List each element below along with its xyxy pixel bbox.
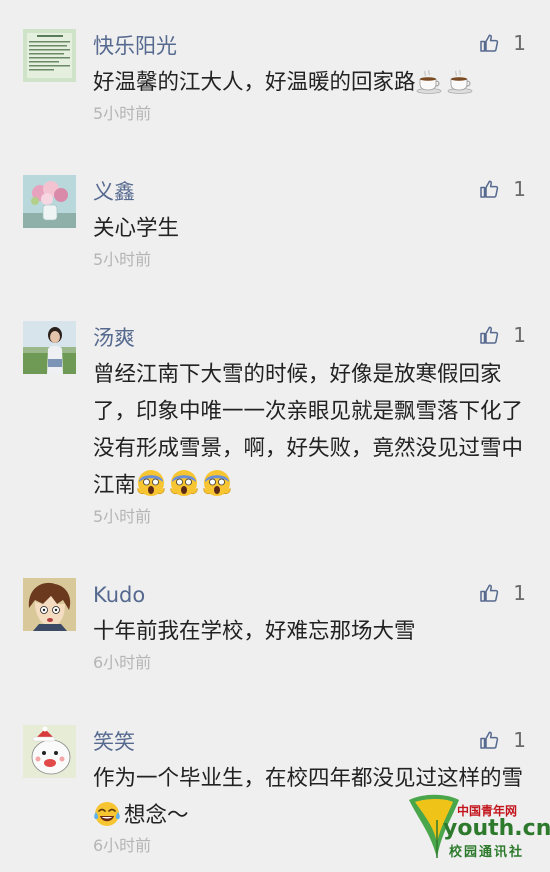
thumbs-up-icon <box>480 34 499 52</box>
anime-character-avatar-icon <box>23 578 76 631</box>
person-photo-avatar-icon <box>23 321 76 374</box>
comment-text: 曾经江南下大雪的时候，好像是放寒假回家了，印象中唯一一次亲眼见就是飘雪落下化了没… <box>93 356 533 510</box>
timestamp: 5小时前 <box>93 507 152 526</box>
like-button[interactable]: 1 <box>479 322 526 348</box>
like-button[interactable]: 1 <box>479 30 526 56</box>
like-count: 1 <box>513 177 526 201</box>
coffee-emoji-icon <box>416 67 444 107</box>
username[interactable]: 汤爽 <box>93 325 135 351</box>
tears-of-joy-emoji-icon <box>93 800 121 840</box>
username[interactable]: 快乐阳光 <box>93 33 177 59</box>
flower-vase-avatar-icon <box>23 175 76 228</box>
comment-text-before: 作为一个毕业生，在校四年都没见过这样的雪 <box>93 766 524 791</box>
comment-text: 十年前我在学校，好难忘那场大雪 <box>93 619 416 644</box>
user-avatar[interactable] <box>23 578 76 631</box>
user-avatar[interactable] <box>23 175 76 228</box>
like-count: 1 <box>513 31 526 55</box>
scream-emoji-icon <box>136 468 166 510</box>
like-count: 1 <box>513 728 526 752</box>
username[interactable]: Kudo <box>93 582 145 608</box>
comment-text-after: 想念～ <box>124 803 189 828</box>
watermark-domain: youth.cn <box>443 816 550 841</box>
scream-emoji-icon <box>202 468 232 510</box>
like-button[interactable]: 1 <box>479 580 526 606</box>
like-count: 1 <box>513 581 526 605</box>
comment-text: 关心学生 <box>93 216 180 241</box>
like-button[interactable]: 1 <box>479 727 526 753</box>
thumbs-up-icon <box>480 731 499 749</box>
comment-text: 好温馨的江大人，好温暖的回家路 <box>93 64 533 107</box>
user-avatar[interactable] <box>23 725 76 778</box>
document-thumbnail-avatar-icon <box>23 29 76 82</box>
user-avatar[interactable] <box>23 321 76 374</box>
thumbs-up-icon <box>480 584 499 602</box>
timestamp: 5小时前 <box>93 250 152 269</box>
youth-cn-watermark: 中国青年网 youth.cn 校园通讯社 <box>405 790 550 860</box>
timestamp: 6小时前 <box>93 653 152 672</box>
like-button[interactable]: 1 <box>479 176 526 202</box>
comment-text-content: 好温馨的江大人，好温暖的回家路 <box>93 70 416 95</box>
thumbs-up-icon <box>480 180 499 198</box>
username[interactable]: 笑笑 <box>93 729 135 755</box>
watermark-subtitle: 校园通讯社 <box>449 845 525 860</box>
user-avatar[interactable] <box>23 29 76 82</box>
coffee-emoji-icon <box>447 67 475 107</box>
like-count: 1 <box>513 323 526 347</box>
username[interactable]: 义鑫 <box>93 179 135 205</box>
scream-emoji-icon <box>169 468 199 510</box>
thumbs-up-icon <box>480 326 499 344</box>
timestamp: 6小时前 <box>93 836 152 855</box>
timestamp: 5小时前 <box>93 104 152 123</box>
cartoon-bird-avatar-icon <box>23 725 76 778</box>
